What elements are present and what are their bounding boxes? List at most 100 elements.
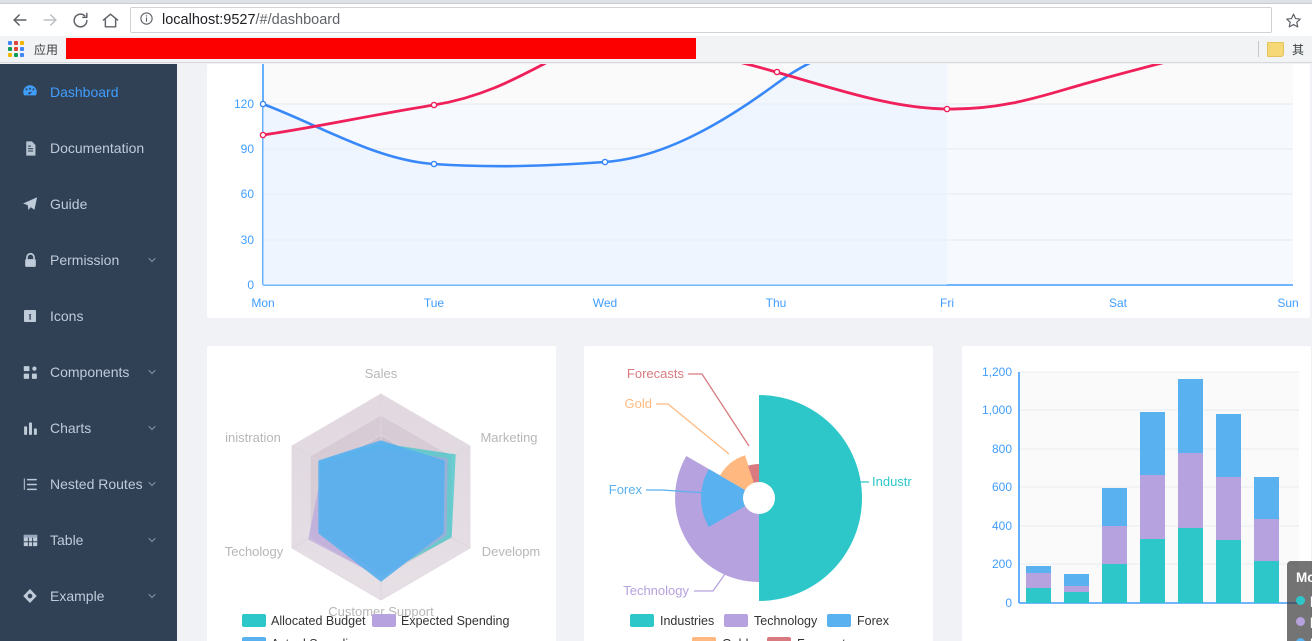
document-icon: [20, 138, 40, 158]
sidebar-item-label: Icons: [50, 308, 84, 324]
line-chart-card: 120 90 60 30 0 Mon Tue Wed Thu Fri Sat S…: [207, 64, 1310, 318]
folder-icon[interactable]: [1266, 41, 1284, 57]
sidebar-item-nested-routes[interactable]: Nested Routes: [0, 456, 177, 512]
sidebar-item-icons[interactable]: I Icons: [0, 288, 177, 344]
chevron-down-icon: [147, 367, 157, 377]
bookmark-folder-label[interactable]: 其: [1292, 41, 1304, 58]
chevron-down-icon: [147, 423, 157, 433]
bar-group-thu[interactable]: [1140, 412, 1165, 603]
y-tick-label: 0: [1005, 596, 1012, 610]
x-tick-label: Mon: [251, 296, 274, 310]
sidebar-item-components[interactable]: Components: [0, 344, 177, 400]
radar-axis-label: inistration: [225, 430, 281, 445]
example-icon: [20, 586, 40, 606]
bookmarks-overflow: 其: [1257, 41, 1304, 58]
y-tick-label: 120: [234, 97, 254, 111]
chevron-down-icon: [147, 591, 157, 601]
bar-group-sun[interactable]: [1254, 477, 1279, 603]
sidebar-item-example[interactable]: Example: [0, 568, 177, 624]
bar-group-mon[interactable]: [1026, 566, 1051, 603]
table-icon: [20, 530, 40, 550]
pie-chart-card: Industr Technology Forex Gold Forecasts …: [584, 346, 933, 641]
bookmarks-bar: 应用 其: [0, 36, 1312, 63]
legend-swatch[interactable]: [630, 614, 654, 627]
radar-axis-label: Marketing: [480, 430, 537, 445]
apps-grid-icon[interactable]: [8, 41, 24, 57]
sidebar-item-label: Charts: [50, 420, 92, 436]
lock-icon: [20, 250, 40, 270]
bar-group-tue[interactable]: [1064, 574, 1089, 603]
legend-label: Actual Spending: [271, 637, 362, 641]
radar-axis-label: Sales: [365, 366, 398, 381]
dashboard-icon: [20, 82, 40, 102]
reload-icon[interactable]: [66, 6, 94, 34]
sidebar-item-label: Guide: [50, 196, 88, 212]
legend-label: Industries: [660, 614, 714, 628]
legend-swatch[interactable]: [372, 614, 396, 627]
x-tick-label: Tue: [424, 296, 445, 310]
x-tick-label: Sat: [1109, 296, 1128, 310]
bar-group-fri[interactable]: [1178, 379, 1203, 603]
legend-label: Forex: [857, 614, 890, 628]
sidebar-item-guide[interactable]: Guide: [0, 176, 177, 232]
sidebar-item-label: Nested Routes: [50, 476, 143, 492]
sidebar-item-charts[interactable]: Charts: [0, 400, 177, 456]
pie-label-gold: Gold: [625, 396, 652, 411]
legend-swatch[interactable]: [767, 637, 791, 641]
pie-leader-line: [688, 373, 750, 447]
home-icon[interactable]: [96, 6, 124, 34]
browser-window: localhost:9527/#/dashboard 应用 其 Dashboar…: [0, 0, 1312, 641]
legend-swatch[interactable]: [242, 614, 266, 627]
pie-leader-line: [694, 573, 726, 592]
radar-axis-label: Techology: [225, 544, 284, 559]
apps-bookmark-label[interactable]: 应用: [34, 41, 58, 58]
sidebar-item-label: Example: [50, 588, 105, 604]
pie-label-industries: Industr: [872, 474, 912, 489]
redaction-overlay: [66, 38, 696, 59]
bar-chart-card: 1,200 1,000 800 600 400 200 0: [962, 346, 1311, 641]
pie-label-technology: Technology: [623, 583, 689, 598]
legend-swatch[interactable]: [724, 614, 748, 627]
chevron-down-icon: [147, 255, 157, 265]
sidebar-item-table[interactable]: Table: [0, 512, 177, 568]
y-tick-label: 1,000: [982, 403, 1012, 417]
chevron-down-icon: [147, 535, 157, 545]
site-info-icon[interactable]: [139, 11, 154, 29]
pie-label-forecasts: Forecasts: [627, 366, 685, 381]
legend-label: Gold: [722, 637, 748, 641]
components-icon: [20, 362, 40, 382]
radar-axis-label: Developm: [482, 544, 541, 559]
y-tick-label: 60: [241, 187, 255, 201]
bookmark-star-icon[interactable]: [1280, 7, 1306, 33]
radar-chart[interactable]: Sales Marketing Developm Customer Suppor…: [207, 346, 556, 641]
dashboard-content: 120 90 60 30 0 Mon Tue Wed Thu Fri Sat S…: [177, 64, 1312, 641]
sidebar-item-permission[interactable]: Permission: [0, 232, 177, 288]
legend-swatch[interactable]: [827, 614, 851, 627]
y-tick-label: 30: [241, 233, 255, 247]
radar-chart-card: Sales Marketing Developm Customer Suppor…: [207, 346, 556, 641]
sidebar-item-label: Permission: [50, 252, 120, 268]
sidebar-item-label: Dashboard: [50, 84, 119, 100]
address-bar-url: localhost:9527/#/dashboard: [162, 12, 341, 28]
paper-plane-icon: [20, 194, 40, 214]
forward-arrow-icon: [36, 6, 64, 34]
legend-swatch[interactable]: [692, 637, 716, 641]
y-tick-label: 200: [992, 557, 1012, 571]
x-tick-label: Fri: [940, 296, 954, 310]
sidebar-item-dashboard[interactable]: Dashboard: [0, 64, 177, 120]
bar-chart-icon: [20, 418, 40, 438]
x-tick-label: Wed: [593, 296, 617, 310]
line-chart[interactable]: 120 90 60 30 0 Mon Tue Wed Thu Fri Sat S…: [207, 64, 1310, 318]
bar-group-wed[interactable]: [1102, 488, 1127, 603]
bar-chart[interactable]: 1,200 1,000 800 600 400 200 0: [962, 346, 1311, 641]
sidebar-item-documentation[interactable]: Documentation: [0, 120, 177, 176]
bar-group-sat[interactable]: [1216, 414, 1241, 603]
pie-chart[interactable]: Industr Technology Forex Gold Forecasts …: [584, 346, 933, 641]
back-arrow-icon[interactable]: [6, 6, 34, 34]
x-tick-label: Thu: [766, 296, 787, 310]
address-bar[interactable]: localhost:9527/#/dashboard: [130, 7, 1272, 33]
pie-leader-line: [656, 403, 730, 455]
legend-swatch[interactable]: [242, 637, 266, 641]
legend-label: Technology: [754, 614, 818, 628]
x-tick-label: Sun: [1277, 296, 1298, 310]
